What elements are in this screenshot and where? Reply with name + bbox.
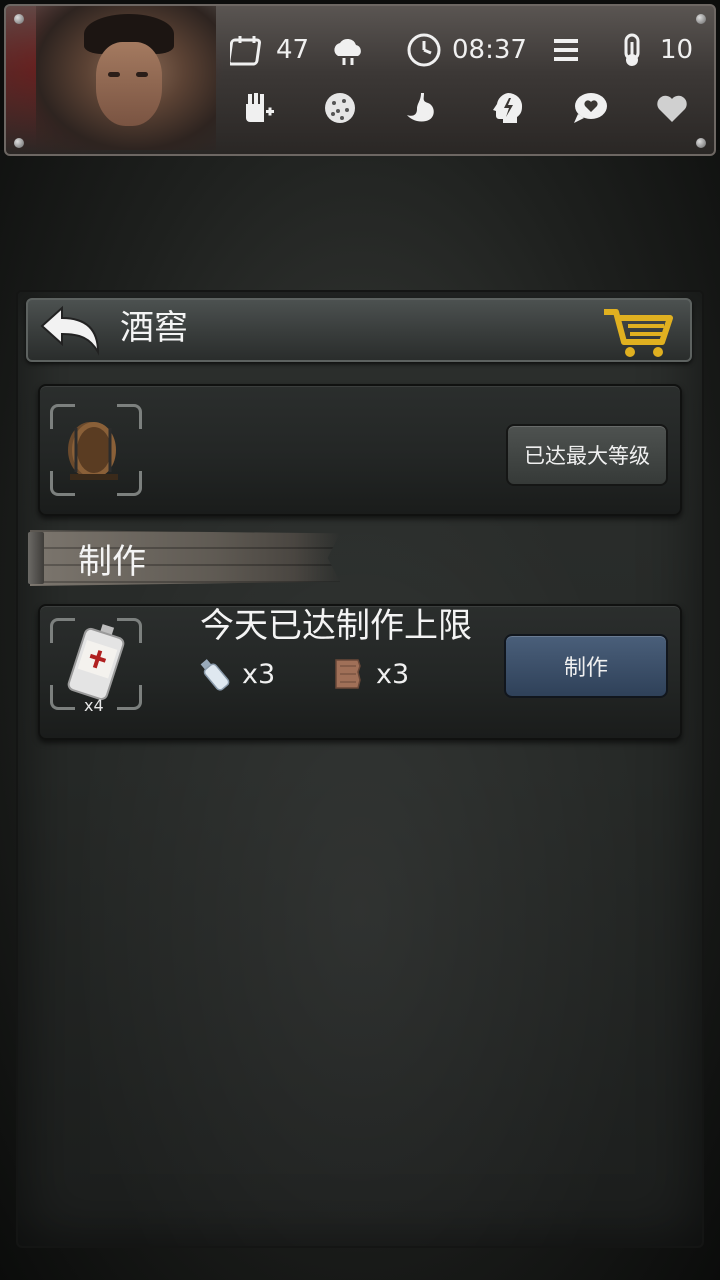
virus-icon <box>322 90 358 126</box>
clock[interactable]: 08:37 <box>406 32 527 68</box>
mental-status[interactable] <box>490 90 526 126</box>
time-value: 08:37 <box>452 35 527 65</box>
barrel-icon <box>68 422 118 480</box>
back-arrow-icon <box>40 305 100 356</box>
life-status[interactable] <box>654 90 690 126</box>
result-count: x4 <box>84 696 104 715</box>
temperature[interactable]: 10 <box>614 32 693 68</box>
ingredient-qty: x3 <box>376 658 410 690</box>
bottle-icon <box>200 659 230 691</box>
back-button[interactable] <box>36 304 104 358</box>
head-bolt-icon <box>490 90 526 126</box>
medical-hand-icon <box>240 90 276 126</box>
plank-bracket <box>28 532 44 584</box>
shop-button[interactable] <box>600 304 676 362</box>
cart-icon <box>604 309 673 357</box>
ingredient-item: x3 <box>196 656 275 692</box>
speech-heart-icon <box>572 90 608 126</box>
character-portrait[interactable] <box>36 6 216 150</box>
page-title: 酒窖 <box>120 308 188 348</box>
ingredient-qty: x3 <box>242 658 276 690</box>
craft-limit-message: 今天已达制作上限 <box>200 606 472 646</box>
heart-icon <box>654 90 690 126</box>
health-status[interactable] <box>240 90 276 126</box>
mood-status[interactable] <box>572 90 608 126</box>
section-plank <box>30 530 340 586</box>
rivet <box>14 138 24 148</box>
thermometer-icon <box>614 32 650 68</box>
day-counter[interactable]: 47 <box>230 32 309 68</box>
cloud-icon <box>330 32 366 68</box>
rivet <box>14 14 24 24</box>
ingredient-item: x3 <box>330 656 409 692</box>
clock-icon <box>406 32 442 68</box>
rivet <box>696 138 706 148</box>
infection-status[interactable] <box>322 90 358 126</box>
calendar-icon <box>230 32 266 68</box>
menu-icon <box>548 32 584 68</box>
rivet <box>696 14 706 24</box>
temperature-value: 10 <box>660 35 694 65</box>
max-level-button[interactable]: 已达最大等级 <box>506 424 668 486</box>
hunger-status[interactable] <box>404 90 440 126</box>
menu-button[interactable] <box>548 32 584 68</box>
craft-button[interactable]: 制作 <box>504 634 668 698</box>
stomach-icon <box>404 90 440 126</box>
day-value: 47 <box>276 35 310 65</box>
wood-plank-icon <box>335 659 361 689</box>
weather-indicator[interactable] <box>330 32 366 68</box>
building-slot[interactable] <box>50 404 142 496</box>
section-title: 制作 <box>78 542 146 582</box>
